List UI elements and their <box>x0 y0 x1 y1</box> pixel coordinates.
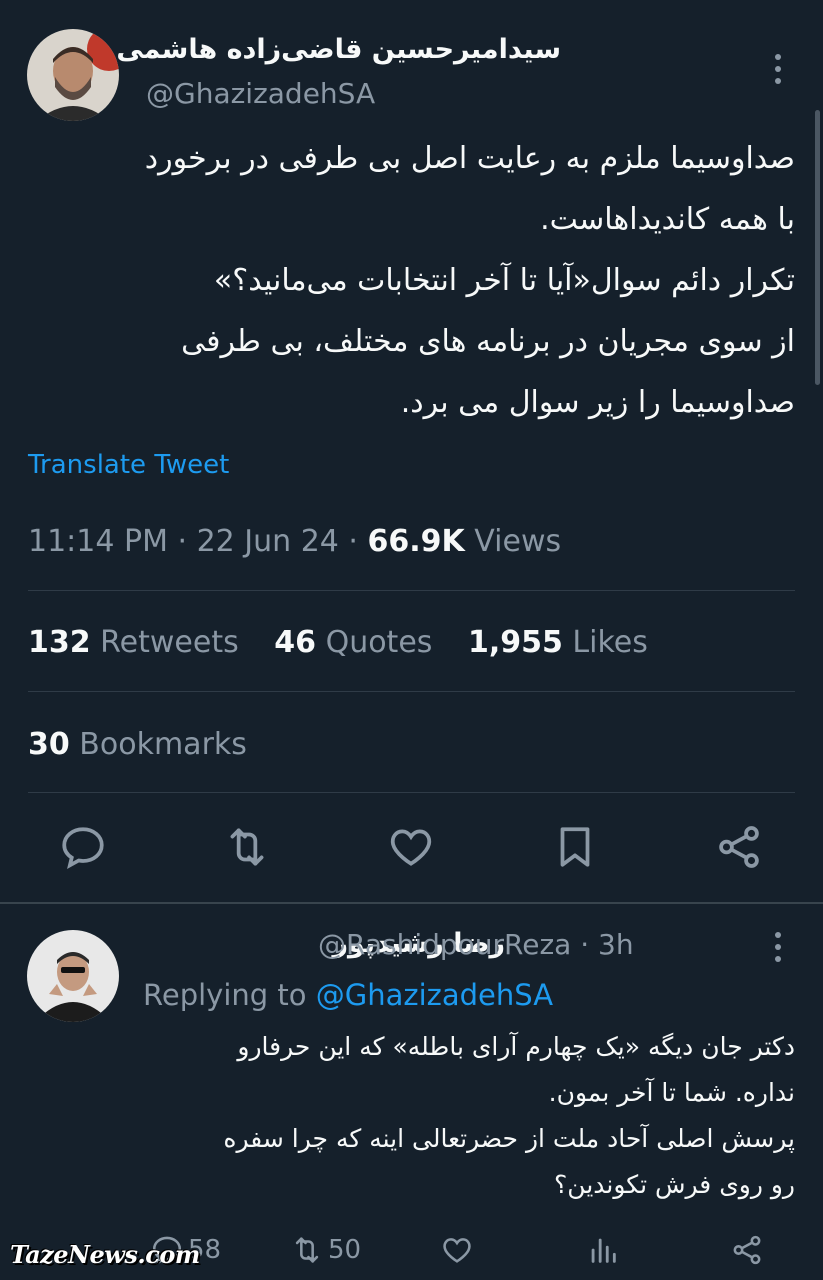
share-icon <box>733 1235 761 1265</box>
engagement-stats: 132 Retweets 46 Quotes 1,955 Likes <box>28 625 674 660</box>
bookmark-icon[interactable] <box>550 822 600 872</box>
tweet-text-line: با همه کاندیداهاست. <box>540 202 795 237</box>
reply-icon[interactable] <box>58 822 108 872</box>
reply-share-button[interactable] <box>730 1233 764 1267</box>
divider <box>28 590 795 591</box>
bookmarks-count: 30 <box>28 727 70 762</box>
retweets-label: Retweets <box>100 625 239 660</box>
reply-text-line: دکتر جان دیگه «یک چهارم آرای باطله» که ا… <box>237 1032 795 1061</box>
retweet-icon <box>295 1237 319 1263</box>
reply-author-handle[interactable]: @RashidpourReza · 3h <box>318 928 634 961</box>
views-count: 66.9K <box>367 524 465 559</box>
likes-stat[interactable]: 1,955 Likes <box>468 625 648 660</box>
likes-label: Likes <box>572 625 648 660</box>
author-handle[interactable]: @GhazizadehSA <box>146 77 375 110</box>
quotes-stat[interactable]: 46 Quotes <box>274 625 432 660</box>
tweet-meta: 11:14 PM · 22 Jun 24 · 66.9K Views <box>28 524 561 559</box>
retweet-icon[interactable] <box>222 822 272 872</box>
reply-views-button[interactable] <box>586 1233 620 1267</box>
reply-like-button[interactable] <box>440 1233 474 1267</box>
likes-count: 1,955 <box>467 625 563 660</box>
replying-prefix: Replying to <box>143 978 316 1012</box>
watermark: TazeNews.com <box>10 1240 200 1269</box>
views-icon <box>591 1238 616 1263</box>
bookmarks-stat[interactable]: 30 Bookmarks <box>28 727 247 762</box>
retweets-stat[interactable]: 132 Retweets <box>28 625 239 660</box>
tweet-text-line: تکرار دائم سوال«آیا تا آخر انتخابات می‌م… <box>213 263 795 298</box>
replying-handle-link[interactable]: @GhazizadehSA <box>316 978 553 1012</box>
bookmarks-label: Bookmarks <box>79 727 247 762</box>
reply-text: دکتر جان دیگه «یک چهارم آرای باطله» که ا… <box>135 1024 795 1208</box>
divider <box>28 691 795 692</box>
reply-more-options-icon[interactable] <box>768 930 788 970</box>
retweet-count: 50 <box>328 1235 362 1265</box>
translate-tweet-link[interactable]: Translate Tweet <box>28 450 229 480</box>
replying-to: Replying to @GhazizadehSA <box>143 978 553 1012</box>
author-avatar[interactable] <box>27 29 119 121</box>
quotes-count: 46 <box>274 625 317 660</box>
views-label: Views <box>464 524 562 559</box>
tweet-text-line: صداوسیما را زیر سوال می برد. <box>400 385 795 420</box>
retweets-count: 132 <box>28 625 91 660</box>
more-options-icon[interactable] <box>768 52 788 92</box>
share-icon[interactable] <box>714 822 764 872</box>
reply-author-avatar[interactable] <box>27 930 119 1022</box>
like-icon[interactable] <box>386 822 436 872</box>
reply-text-line: پرسش اصلی آحاد ملت از حضرتعالی اینه که چ… <box>223 1124 795 1153</box>
tweet-text-line: از سوی مجریان در برنامه های مختلف، بی طر… <box>181 324 795 359</box>
like-icon <box>443 1238 471 1263</box>
reply-text-line: نداره. شما تا آخر بمون. <box>548 1078 795 1107</box>
tweet-text-line: صداوسیما ملزم به رعایت اصل بی طرفی در بر… <box>144 141 795 176</box>
author-name[interactable]: سیدامیرحسین قاضی‌زاده هاشمی <box>116 34 561 65</box>
quotes-label: Quotes <box>325 625 433 660</box>
reply-retweet-button[interactable]: 50 <box>290 1233 361 1267</box>
scrollbar[interactable] <box>815 110 820 385</box>
divider <box>28 792 795 793</box>
reply-text-line: رو روی فرش تکوندین؟ <box>554 1170 795 1199</box>
section-divider <box>0 902 823 904</box>
tweet-text: صداوسیما ملزم به رعایت اصل بی طرفی در بر… <box>15 128 795 433</box>
tweet-timestamp[interactable]: 11:14 PM · 22 Jun 24 · <box>28 524 367 559</box>
